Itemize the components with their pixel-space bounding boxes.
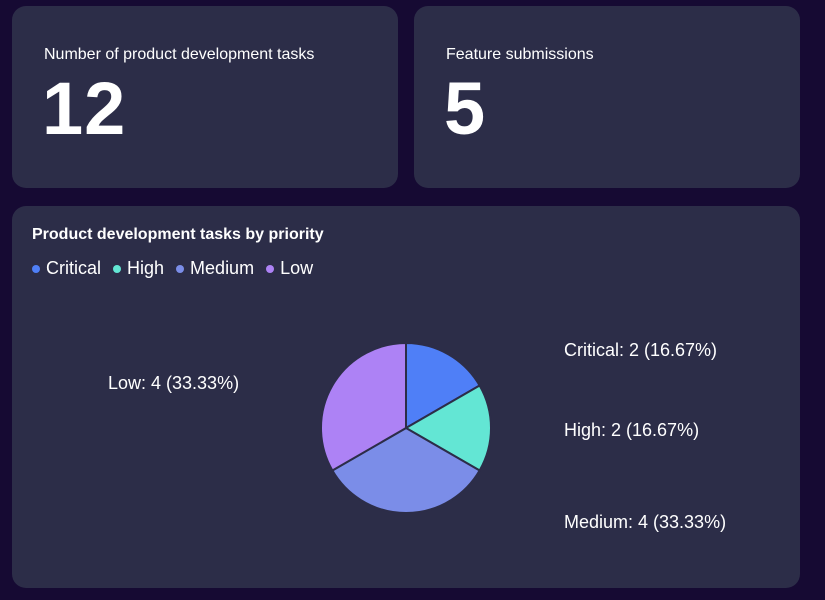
slice-label-medium: Medium: 4 (33.33%) <box>564 512 726 532</box>
slice-label-critical: Critical: 2 (16.67%) <box>564 340 717 360</box>
slice-label-high: High: 2 (16.67%) <box>564 420 699 440</box>
tasks-count-value: 12 <box>42 67 127 150</box>
feature-submissions-value: 5 <box>444 67 487 150</box>
tasks-count-card: Number of product development tasks 12 <box>12 6 398 188</box>
tasks-count-label: Number of product development tasks <box>44 46 315 63</box>
priority-chart-card: Product development tasks by priority Cr… <box>12 206 800 588</box>
feature-submissions-card: Feature submissions 5 <box>414 6 800 188</box>
feature-submissions-label: Feature submissions <box>446 46 594 63</box>
pie-chart: Critical: 2 (16.67%) High: 2 (16.67%) Medi… <box>108 340 726 532</box>
slice-label-low: Low: 4 (33.33%) <box>108 373 239 393</box>
